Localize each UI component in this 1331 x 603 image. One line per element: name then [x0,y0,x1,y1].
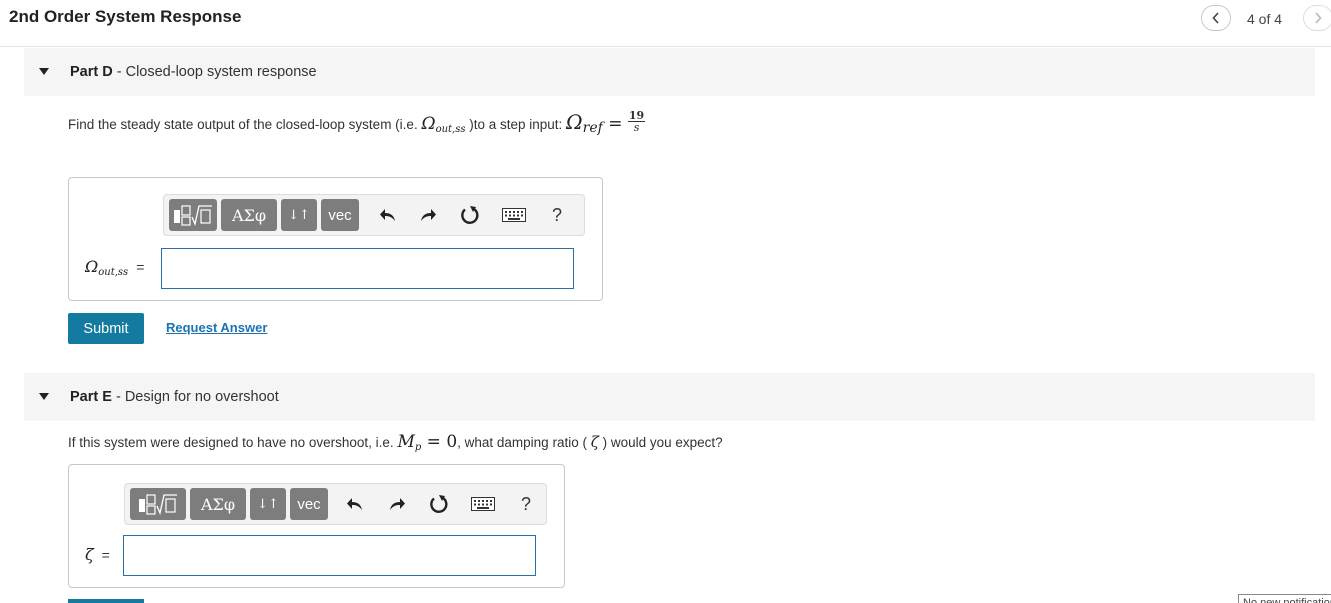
greek-button[interactable]: ΑΣφ [190,488,246,520]
submit-button[interactable]: Submit [68,313,144,344]
redo-icon [390,498,405,510]
collapse-caret-icon[interactable] [39,393,49,400]
greek-icon: ΑΣφ [231,205,267,225]
part-e-question: If this system were designed to have no … [68,432,723,453]
reset-button[interactable] [427,492,451,516]
keyboard-icon [502,208,526,222]
previous-button[interactable] [1201,5,1231,31]
subscript-icon: ↓↑ [257,496,279,512]
keyboard-icon [471,497,495,511]
pager-count: 4 of 4 [1247,11,1283,27]
vector-icon: vec [328,206,352,224]
reset-icon [430,495,448,513]
greek-icon: ΑΣφ [200,494,236,514]
part-d-answer-label: Ωout,ss = [85,257,145,278]
mp-symbol: Mp [397,432,422,453]
part-e-answer-box: ΑΣφ ↓↑ vec ? ζ = [68,464,565,588]
omega-out-ss-symbol: Ωout,ss [421,114,466,135]
part-e-answer-input[interactable] [123,535,536,576]
reset-icon [461,206,479,224]
top-bar: 2nd Order System Response 4 of 4 [0,0,1331,47]
math-toolbar: ΑΣφ ↓↑ vec ? [163,194,585,236]
templates-button[interactable] [169,199,217,231]
step-input-fraction: 19 s [627,108,646,134]
part-e-header[interactable]: Part E - Design for no overshoot [24,373,1315,421]
subscript-button[interactable]: ↓↑ [250,488,286,520]
redo-button[interactable] [416,203,440,227]
omega-ref-symbol: Ωref [566,110,603,136]
collapse-caret-icon[interactable] [39,68,49,75]
undo-button[interactable] [376,203,400,227]
part-e-submit-button[interactable] [68,599,144,603]
part-d-header[interactable]: Part D - Closed-loop system response [24,48,1315,96]
subscript-button[interactable]: ↓↑ [281,199,317,231]
reset-button[interactable] [458,203,482,227]
vector-button[interactable]: vec [321,199,359,231]
undo-button[interactable] [343,492,367,516]
next-button[interactable] [1303,5,1331,31]
part-d-title: Part D - Closed-loop system response [70,64,317,80]
keyboard-button[interactable] [501,203,527,227]
part-d-answer-box: ΑΣφ ↓↑ vec ? Ωout,ss = [68,177,603,301]
keyboard-button[interactable] [470,492,496,516]
math-toolbar: ΑΣφ ↓↑ vec ? [124,483,547,525]
redo-icon [421,209,436,221]
templates-icon [139,494,177,516]
part-d-answer-input[interactable] [161,248,574,289]
undo-icon [380,209,395,221]
zeta-symbol: ζ [590,433,599,451]
part-e-answer-label: ζ = [85,545,110,564]
help-button[interactable]: ? [545,203,569,227]
request-answer-link[interactable]: Request Answer [166,320,267,335]
notification-banner[interactable]: No new notifications [1238,594,1331,603]
subscript-icon: ↓↑ [288,207,310,223]
templates-button[interactable] [130,488,186,520]
vector-button[interactable]: vec [290,488,328,520]
help-button[interactable]: ? [514,492,538,516]
vector-icon: vec [297,495,321,513]
chevron-right-icon [1315,12,1322,24]
chevron-left-icon [1212,12,1219,24]
greek-button[interactable]: ΑΣφ [221,199,277,231]
undo-icon [347,498,362,510]
templates-icon [174,205,212,227]
redo-button[interactable] [385,492,409,516]
page-title: 2nd Order System Response [9,7,242,26]
part-d-question: Find the steady state output of the clos… [68,108,646,136]
part-e-title: Part E - Design for no overshoot [70,389,279,405]
